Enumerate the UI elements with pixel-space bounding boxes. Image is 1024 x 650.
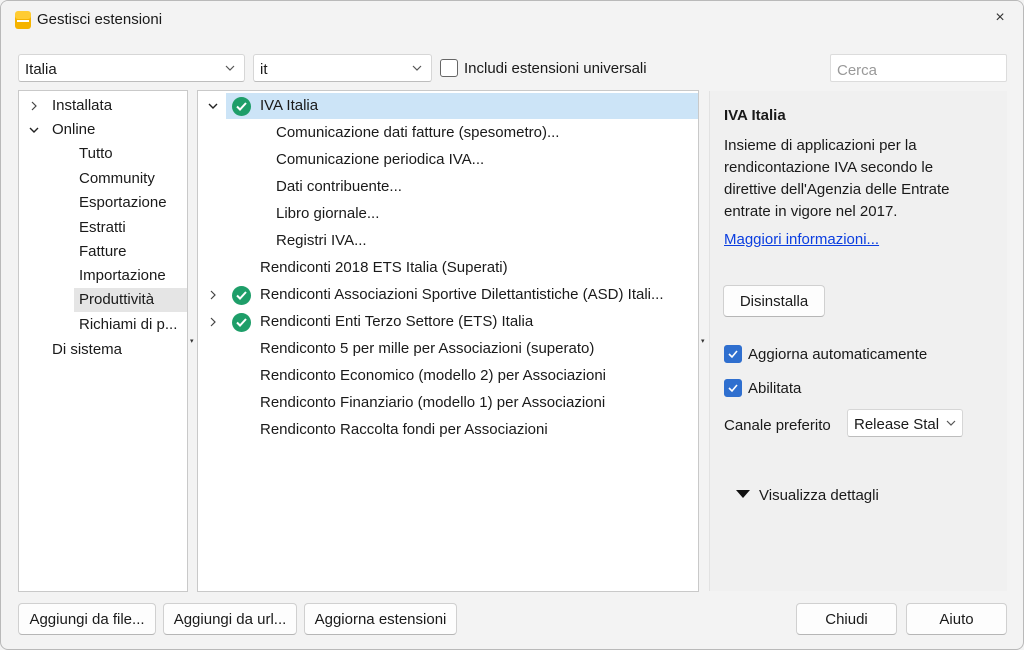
splitter-handle-icon[interactable]: ▾ [190,337,196,345]
search-input[interactable]: Cerca [830,54,1007,82]
chevron-down-icon [412,65,422,71]
add-from-url-button[interactable]: Aggiungi da url... [163,603,297,635]
extension-detail-panel: IVA Italia Insieme di applicazioni per l… [709,91,1007,591]
extension-row-iva-italia[interactable]: IVA Italia [226,93,698,119]
extensions-list: IVA Italia Comunicazione dati fatture (s… [197,90,699,592]
installed-check-icon [232,97,251,116]
country-select[interactable]: Italia [18,54,245,82]
extension-label: Libro giornale... [276,205,380,222]
extension-label: Rendiconti Associazioni Sportive Diletta… [260,286,664,303]
title-bar: Gestisci estensioni × [1,1,1023,39]
extension-label: Comunicazione periodica IVA... [276,151,485,168]
auto-update-label: Aggiorna automaticamente [748,346,928,363]
chevron-down-icon [946,420,956,426]
extension-label: Rendiconti Enti Terzo Settore (ETS) Ital… [260,313,534,330]
extension-label: Registri IVA... [276,232,367,249]
include-universal-checkbox[interactable] [440,59,458,77]
update-extensions-button[interactable]: Aggiorna estensioni [304,603,457,635]
extension-row[interactable]: Rendiconto Finanziario (modello 1) per A… [260,390,696,416]
chevron-right-icon [31,101,37,111]
show-details-label: Visualizza dettagli [759,487,879,504]
preferred-channel-label: Canale preferito [724,417,831,434]
extension-row[interactable]: Rendiconti 2018 ETS Italia (Superati) [260,255,696,281]
nav-item-importazione[interactable]: Importazione [74,264,187,288]
enabled-checkbox[interactable] [724,379,742,397]
window-title: Gestisci estensioni [37,11,163,28]
extension-command-row[interactable]: Comunicazione dati fatture (spesometro).… [276,120,696,146]
nav-label: Di sistema [52,341,123,358]
extension-row[interactable]: Rendiconto Economico (modello 2) per Ass… [260,363,696,389]
preferred-channel-select[interactable]: Release Stal [847,409,963,437]
nav-item-tutto[interactable]: Tutto [74,142,187,166]
chevron-down-icon[interactable] [208,101,218,111]
help-button[interactable]: Aiuto [906,603,1007,635]
chevron-down-icon [29,127,39,133]
country-value: Italia [25,61,57,78]
extension-label: Rendiconti 2018 ETS Italia (Superati) [260,259,508,276]
splitter-handle-icon[interactable]: ▾ [701,337,707,345]
language-value: it [260,61,268,78]
close-button[interactable]: Chiudi [796,603,897,635]
uninstall-button[interactable]: Disinstalla [723,285,825,317]
enabled-label: Abilitata [748,380,802,397]
chevron-right-icon[interactable] [208,290,218,300]
nav-label: Community [79,170,155,187]
chevron-down-icon [225,65,235,71]
app-logo-icon [15,11,31,29]
extension-row[interactable]: Rendiconti Associazioni Sportive Diletta… [226,282,696,308]
close-window-icon[interactable]: × [991,9,1009,29]
channel-value: Release Stal [854,416,940,433]
extension-row[interactable]: Rendiconto Raccolta fondi per Associazio… [260,417,696,443]
extension-label: Rendiconto 5 per mille per Associazioni … [260,340,595,357]
nav-label: Estratti [79,219,126,236]
nav-item-online[interactable]: Online [19,118,187,142]
extension-label: Rendiconto Economico (modello 2) per Ass… [260,367,607,384]
extension-label: Comunicazione dati fatture (spesometro).… [276,124,560,141]
extension-command-row[interactable]: Comunicazione periodica IVA... [276,147,696,173]
extension-row[interactable]: Rendiconto 5 per mille per Associazioni … [260,336,696,362]
category-tree: Installata Online Tutto Community Esport… [18,90,188,592]
show-details-toggle[interactable]: Visualizza dettagli [736,487,879,504]
nav-item-community[interactable]: Community [74,167,187,191]
add-from-file-button[interactable]: Aggiungi da file... [18,603,156,635]
nav-label: Richiami di p... [79,316,178,333]
nav-label: Produttività [79,291,155,308]
nav-item-estratti[interactable]: Estratti [74,216,187,240]
extension-command-row[interactable]: Dati contribuente... [276,174,696,200]
manage-extensions-window: Gestisci estensioni × Italia it Includi … [0,0,1024,650]
installed-check-icon [232,286,251,305]
extension-row[interactable]: Rendiconti Enti Terzo Settore (ETS) Ital… [226,309,696,335]
chevron-right-icon[interactable] [208,317,218,327]
nav-item-fatture[interactable]: Fatture [74,240,187,264]
nav-item-richiami[interactable]: Richiami di p... [74,313,187,337]
nav-item-esportazione[interactable]: Esportazione [74,191,187,215]
nav-item-di-sistema[interactable]: Di sistema [19,338,187,362]
nav-item-produttivita[interactable]: Produttività [74,288,187,312]
detail-description: Insieme di applicazioni per la rendicont… [724,137,950,220]
nav-label: Tutto [79,145,113,162]
include-universal-label: Includi estensioni universali [464,60,647,77]
nav-label: Fatture [79,243,127,260]
extension-label: IVA Italia [260,97,319,114]
nav-item-installata[interactable]: Installata [19,94,187,118]
nav-label: Installata [52,97,113,114]
installed-check-icon [232,313,251,332]
nav-label: Esportazione [79,194,167,211]
triangle-down-icon [736,490,750,498]
extension-command-row[interactable]: Libro giornale... [276,201,696,227]
extension-label: Dati contribuente... [276,178,402,195]
nav-label: Importazione [79,267,166,284]
extension-command-row[interactable]: Registri IVA... [276,228,696,254]
auto-update-checkbox[interactable] [724,345,742,363]
more-info-link[interactable]: Maggiori informazioni... [724,231,879,248]
language-select[interactable]: it [253,54,432,82]
extension-label: Rendiconto Finanziario (modello 1) per A… [260,394,606,411]
nav-label: Online [52,121,96,138]
extension-label: Rendiconto Raccolta fondi per Associazio… [260,421,548,438]
detail-title: IVA Italia [724,107,786,124]
